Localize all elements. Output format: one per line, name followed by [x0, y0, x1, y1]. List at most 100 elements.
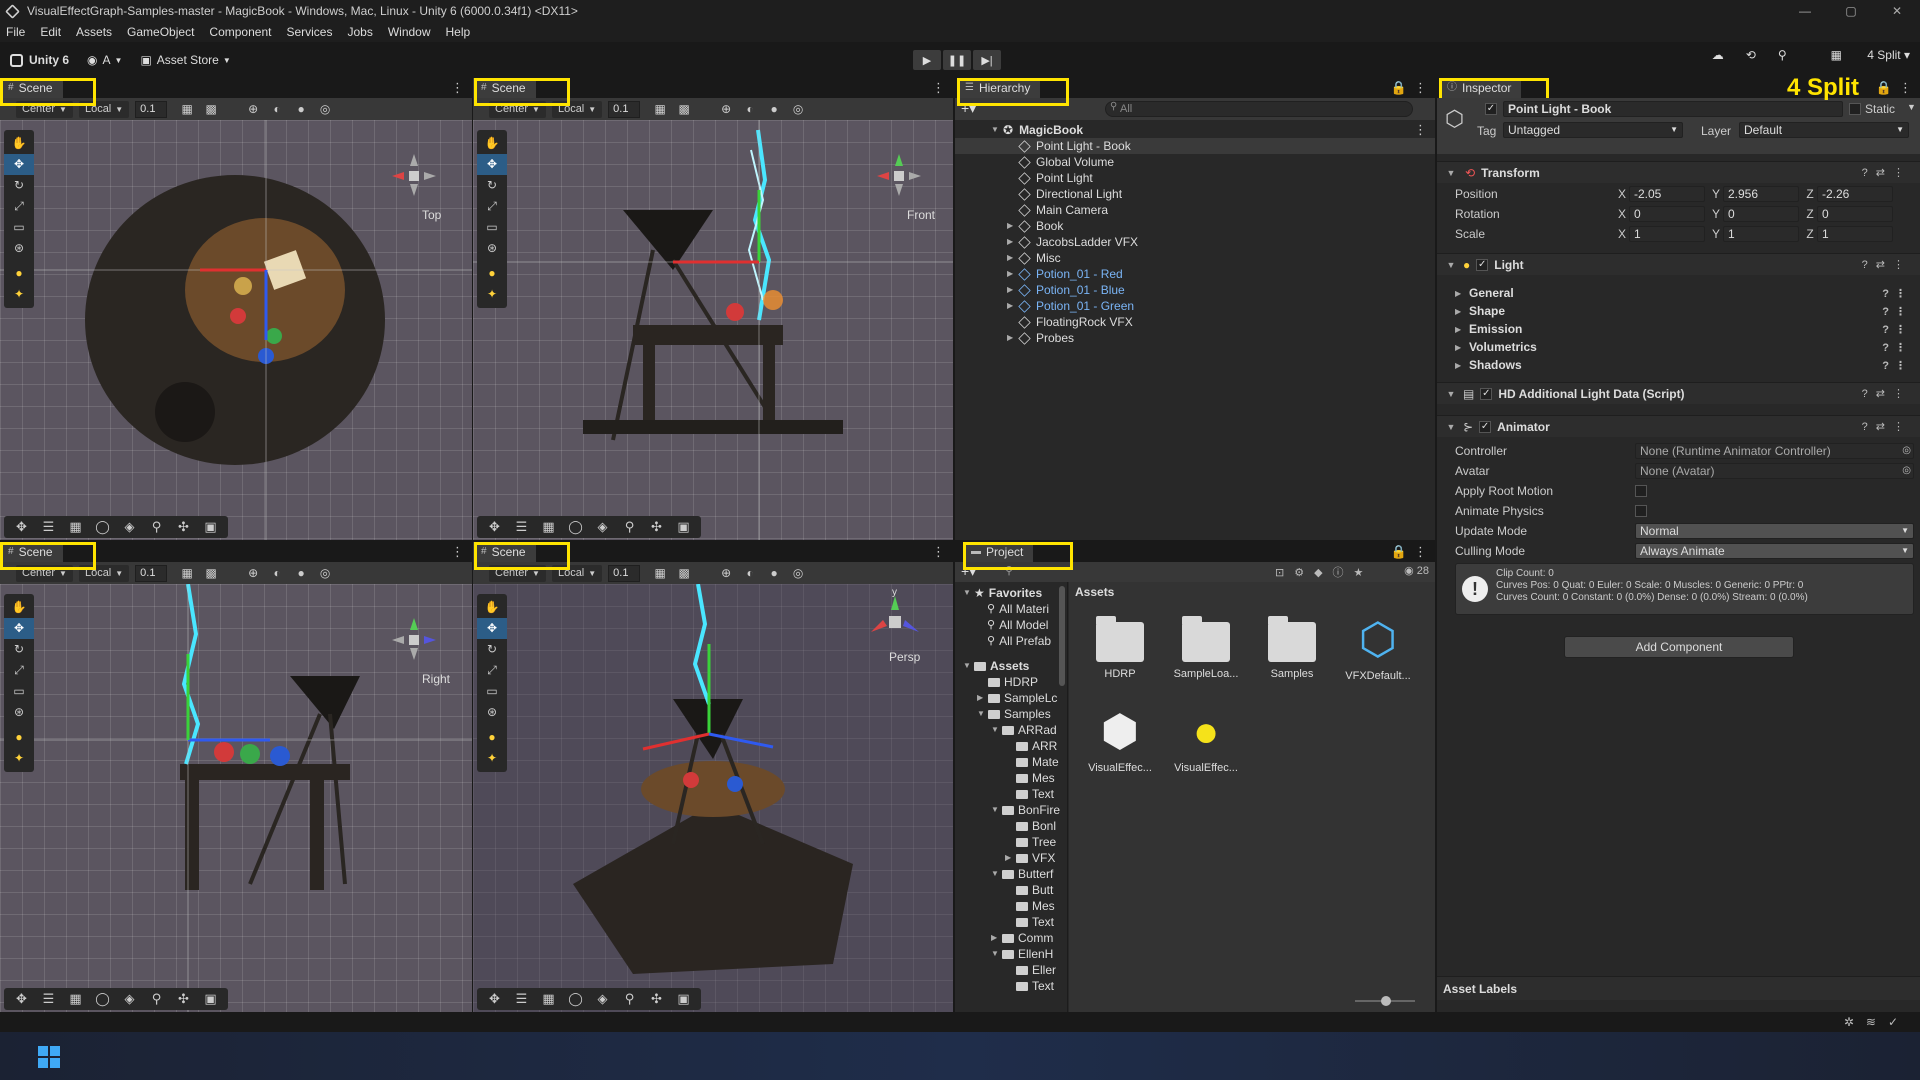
zoom-icon[interactable]: ⚲ — [616, 991, 643, 1007]
add-component-button[interactable]: Add Component — [1564, 636, 1794, 658]
kebab-icon[interactable]: ⋮ — [451, 544, 464, 560]
play-button[interactable]: ▶ — [913, 50, 941, 70]
orientation-gizmo[interactable]: Top — [378, 150, 458, 230]
project-tree-item[interactable]: HDRP — [977, 674, 1038, 690]
camera-icon[interactable]: ▣ — [197, 991, 224, 1007]
position-z-field[interactable]: -2.26 — [1817, 186, 1893, 202]
menu-services[interactable]: Services — [286, 25, 332, 39]
light-section[interactable]: ▶ Emission ?⋮ — [1455, 320, 1914, 338]
light-enabled-checkbox[interactable]: ✓ — [1476, 258, 1489, 271]
transform-tool-icon[interactable]: ⊛ — [4, 702, 34, 723]
camera-icon[interactable]: ▣ — [197, 519, 224, 535]
project-tree-item[interactable]: ▶ VFX — [1005, 850, 1055, 866]
favorite-item[interactable]: ⚲ All Materi — [987, 601, 1049, 617]
kebab-icon[interactable]: ⋮ — [1899, 80, 1912, 96]
scale-y-field[interactable]: 1 — [1723, 226, 1799, 242]
tab-scene[interactable]: # Scene — [0, 78, 63, 98]
zoom-icon[interactable]: ⚲ — [143, 519, 170, 535]
shaded-icon[interactable]: ◐ — [740, 101, 760, 118]
light-section[interactable]: ▶ Shadows ?⋮ — [1455, 356, 1914, 374]
account-button[interactable]: Unity 6 — [10, 53, 69, 67]
rect-tool-icon[interactable]: ▭ — [4, 217, 34, 238]
component-menu-icons[interactable]: ?⇄⋮ — [1862, 420, 1912, 433]
layer-dropdown[interactable]: Default ▼ — [1739, 122, 1909, 138]
section-menu-icons[interactable]: ?⋮ — [1882, 305, 1912, 318]
cloud-icon[interactable]: ☁ — [1712, 48, 1724, 62]
hierarchy-item[interactable]: Point Light - Book — [955, 138, 1435, 154]
hand-tool-icon[interactable]: ✋ — [4, 133, 34, 154]
hand-tool-icon[interactable]: ✋ — [477, 597, 507, 618]
project-tree-item[interactable]: Mes — [1005, 770, 1055, 786]
hierarchy-item[interactable]: ▶ Potion_01 - Red — [1007, 266, 1123, 282]
asset-item[interactable]: SampleLoa... — [1169, 612, 1243, 680]
update-mode-dropdown[interactable]: Normal ▼ — [1635, 523, 1914, 539]
project-tree-item[interactable]: Mes — [1005, 898, 1055, 914]
rect-tool-icon[interactable]: ▭ — [4, 681, 34, 702]
history-icon[interactable]: ⟲ — [1746, 48, 1756, 62]
space-dropdown[interactable]: Local ▼ — [78, 100, 130, 118]
increment-snap-icon[interactable]: ▩ — [201, 101, 221, 118]
project-tree-item[interactable]: ▶ SampleLc — [977, 690, 1057, 706]
static-checkbox[interactable] — [1849, 103, 1861, 115]
chevron-down-icon[interactable]: ▼ — [991, 722, 1002, 738]
add-icon[interactable]: +▾ — [961, 100, 976, 117]
section-menu-icons[interactable]: ?⋮ — [1882, 323, 1912, 336]
step-button[interactable]: ▶| — [973, 50, 1001, 70]
transform-tool-icon[interactable]: ⊛ — [4, 238, 34, 259]
position-y-field[interactable]: 2.956 — [1723, 186, 1799, 202]
chevron-right-icon[interactable]: ▶ — [977, 690, 988, 706]
project-tree-item[interactable]: Text — [1005, 786, 1054, 802]
scene-viewport[interactable]: ✋ ✥ ↻ ⤢ ▭ ⊛ ● ✦ Right ✥ ☰ ▦ ◯ ◈ ⚲ ✣ ▣ — [0, 584, 472, 1012]
project-tree-item[interactable]: ▶ Comm — [991, 930, 1053, 946]
menu-edit[interactable]: Edit — [40, 25, 61, 39]
chevron-right-icon[interactable]: ▶ — [1007, 282, 1017, 298]
chevron-right-icon[interactable]: ▶ — [1007, 298, 1017, 314]
draw-mode-icon[interactable]: ⊕ — [716, 101, 736, 118]
asset-item[interactable]: HDRP — [1083, 612, 1157, 680]
project-tree-item[interactable]: ▼ BonFire — [991, 802, 1060, 818]
snap-field[interactable]: 0.1 — [135, 564, 168, 582]
kebab-icon[interactable]: ⋮ — [451, 80, 464, 96]
position-x-field[interactable]: -2.05 — [1629, 186, 1705, 202]
layers-icon[interactable]: ◈ — [116, 991, 143, 1007]
orbit-icon[interactable]: ◯ — [89, 519, 116, 535]
shaded-icon[interactable]: ◐ — [740, 565, 760, 582]
windows-start-icon[interactable] — [38, 1046, 60, 1068]
rotate-tool-icon[interactable]: ↻ — [4, 175, 34, 196]
kebab-icon[interactable]: ⋮ — [932, 80, 945, 96]
menu-window[interactable]: Window — [388, 25, 431, 39]
transform-header[interactable]: ▼ ⟲ Transform ?⇄⋮ — [1437, 161, 1920, 183]
add-icon[interactable]: +▾ — [961, 563, 976, 580]
hierarchy-item[interactable]: Point Light — [1007, 170, 1093, 186]
asset-item[interactable]: Samples — [1255, 612, 1329, 680]
asset-item[interactable]: ● VisualEffec... — [1169, 704, 1243, 774]
object-name-field[interactable]: Point Light - Book — [1503, 101, 1843, 117]
kebab-icon[interactable]: ⋮ — [1414, 544, 1427, 560]
tag-dropdown[interactable]: Untagged ▼ — [1503, 122, 1683, 138]
orientation-gizmo[interactable]: Right — [378, 614, 458, 694]
increment-snap-icon[interactable]: ▩ — [201, 565, 221, 582]
move-tool-icon[interactable]: ✥ — [4, 618, 34, 639]
move-icon[interactable]: ✥ — [481, 519, 508, 535]
light-section[interactable]: ▶ General ?⋮ — [1455, 284, 1914, 302]
rotation-z-field[interactable]: 0 — [1817, 206, 1893, 222]
pan-icon[interactable]: ✣ — [170, 519, 197, 535]
scale-tool-icon[interactable]: ⤢ — [4, 660, 34, 681]
align-icon[interactable]: ☰ — [508, 519, 535, 535]
project-tree-item[interactable]: Butt — [1005, 882, 1053, 898]
rotate-tool-icon[interactable]: ↻ — [477, 175, 507, 196]
favorite-item[interactable]: ⚲ All Model — [987, 617, 1048, 633]
pivot-dropdown[interactable]: Center ▼ — [16, 564, 73, 582]
scene-root[interactable]: ▼ ✪ MagicBook — [991, 122, 1083, 138]
draw-mode-icon[interactable]: ⊕ — [243, 101, 263, 118]
space-dropdown[interactable]: Local ▼ — [78, 564, 130, 582]
lighting-icon[interactable]: ● — [764, 101, 784, 118]
kebab-icon[interactable]: ⋮ — [1414, 122, 1427, 138]
project-tree-item[interactable]: ▼ EllenH — [991, 946, 1053, 962]
scale-tool-icon[interactable]: ⤢ — [477, 196, 507, 217]
project-tree-item[interactable]: Text — [1005, 914, 1054, 930]
effects-icon[interactable]: ◎ — [788, 565, 808, 582]
space-dropdown[interactable]: Local ▼ — [551, 100, 603, 118]
snap-field[interactable]: 0.1 — [608, 100, 641, 118]
scale-z-field[interactable]: 1 — [1817, 226, 1893, 242]
